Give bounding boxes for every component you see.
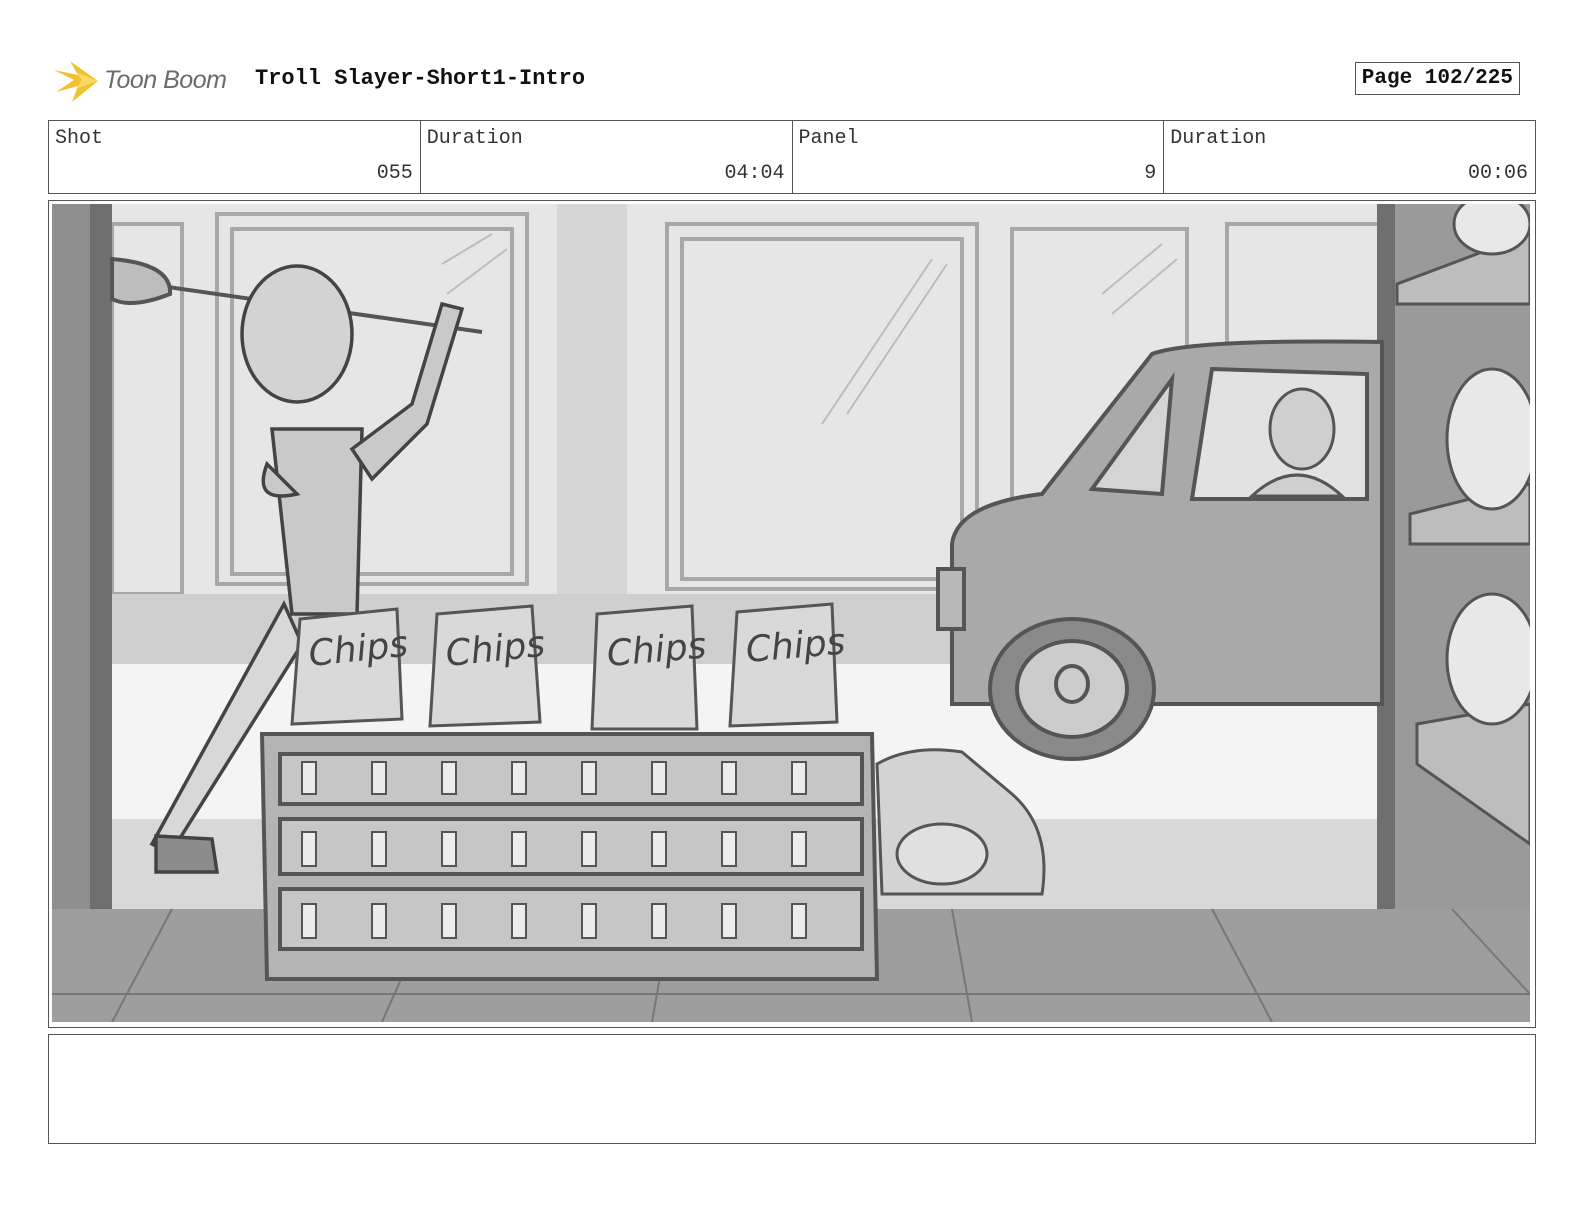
- chips-bag-label-4: Chips: [744, 621, 847, 671]
- logo-text: Toon Boom: [104, 66, 227, 94]
- toon-boom-logo: Toon Boom: [52, 56, 242, 106]
- chips-bag-label-3: Chips: [605, 625, 708, 675]
- shot-info-table: Shot 055 Duration 04:04 Panel 9 Duration…: [48, 120, 1536, 194]
- panel-cell: Panel 9: [793, 121, 1165, 193]
- starburst-icon: [54, 61, 98, 102]
- panel-notes: [48, 1034, 1536, 1144]
- panel-duration-label: Duration: [1170, 127, 1267, 150]
- page-header: Toon Boom Troll Slayer-Short1-Intro Page…: [52, 54, 1538, 106]
- panel-duration-cell: Duration 00:06: [1164, 121, 1535, 193]
- page-number: Page 102/225: [1354, 62, 1520, 95]
- shot-label: Shot: [55, 127, 104, 150]
- shot-value: 055: [376, 162, 413, 185]
- panel-label: Panel: [798, 127, 859, 150]
- shot-duration-value: 04:04: [724, 162, 785, 185]
- storyboard-panel: Chips Chips Chips Chips: [48, 200, 1536, 1028]
- project-title: Troll Slayer-Short1-Intro: [255, 66, 586, 91]
- panel-drawing: Chips Chips Chips Chips: [52, 204, 1530, 1022]
- shot-cell: Shot 055: [49, 121, 421, 193]
- shot-duration-cell: Duration 04:04: [421, 121, 793, 193]
- shot-duration-label: Duration: [426, 127, 523, 150]
- panel-duration-value: 00:06: [1467, 162, 1528, 185]
- panel-value: 9: [1144, 162, 1157, 185]
